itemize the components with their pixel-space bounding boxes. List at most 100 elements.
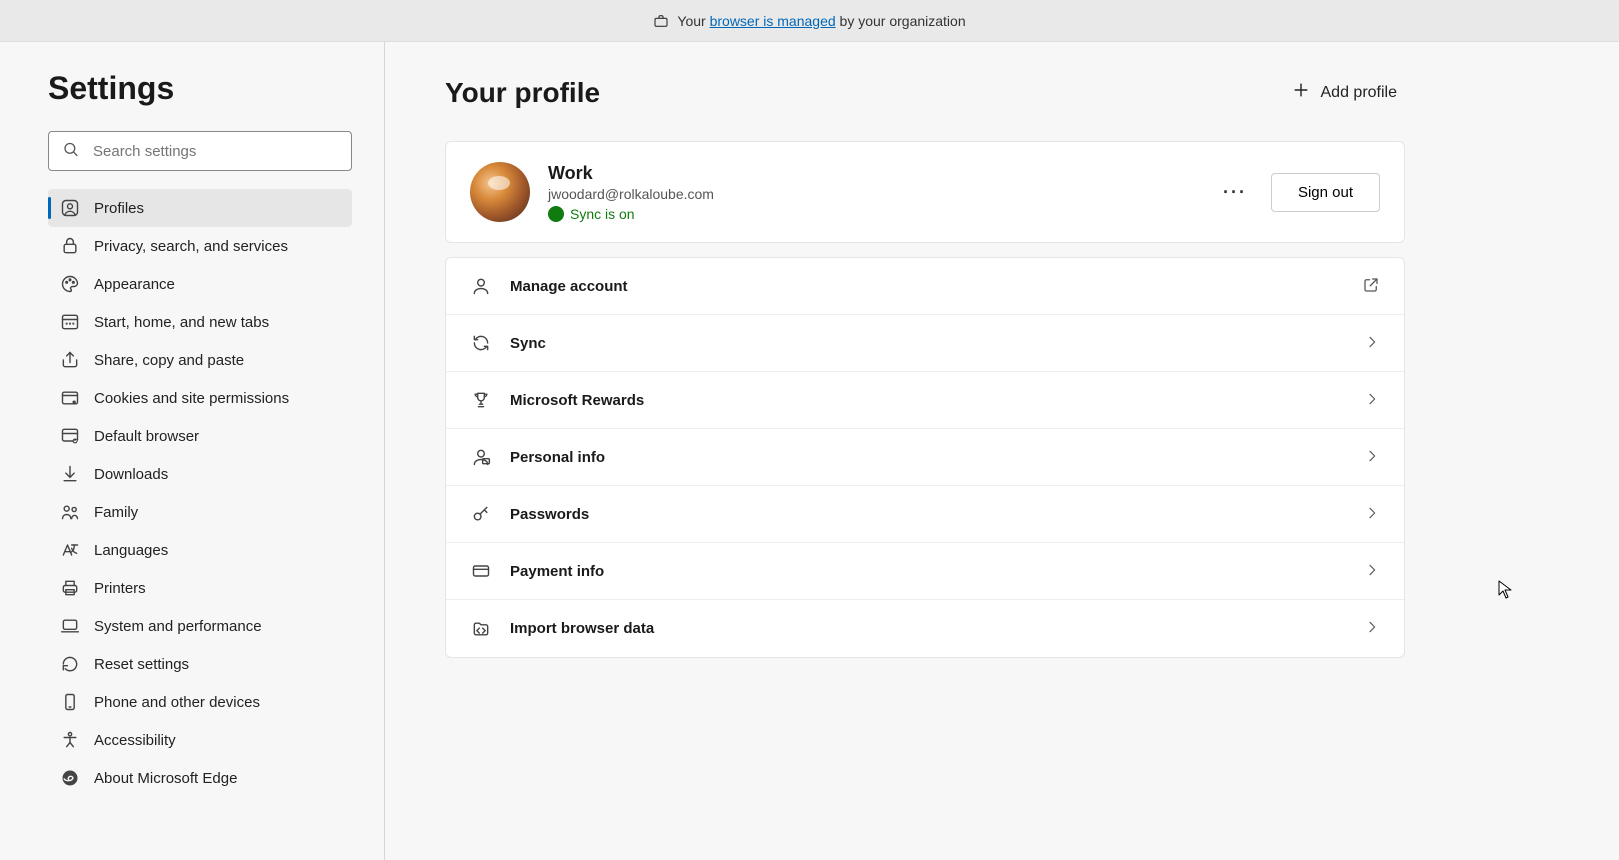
menu-label: Passwords <box>510 506 1346 523</box>
reset-icon <box>60 654 80 674</box>
check-icon <box>548 206 564 222</box>
sidebar-item-label: Cookies and site permissions <box>94 390 289 407</box>
sidebar-item-label: Family <box>94 504 138 521</box>
chevron-right-icon <box>1364 562 1380 581</box>
sidebar-item-label: Accessibility <box>94 732 176 749</box>
sidebar-item-label: Start, home, and new tabs <box>94 314 269 331</box>
profile-card: Work jwoodard@rolkaloube.com Sync is on … <box>445 141 1405 243</box>
sidebar-item-label: Profiles <box>94 200 144 217</box>
chevron-right-icon <box>1364 619 1380 638</box>
palette-icon <box>60 274 80 294</box>
key-icon <box>470 503 492 525</box>
menu-payment-info[interactable]: Payment info <box>446 543 1404 600</box>
sidebar-item-label: Phone and other devices <box>94 694 260 711</box>
search-wrap <box>48 131 352 171</box>
window-icon <box>60 312 80 332</box>
more-button[interactable]: ··· <box>1217 178 1253 207</box>
sidebar-item-share[interactable]: Share, copy and paste <box>48 341 352 379</box>
sidebar-item-label: Privacy, search, and services <box>94 238 288 255</box>
menu-label: Sync <box>510 335 1346 352</box>
sidebar-item-languages[interactable]: Languages <box>48 531 352 569</box>
chevron-right-icon <box>1364 391 1380 410</box>
sync-status: Sync is on <box>548 206 1199 222</box>
sidebar-item-privacy[interactable]: Privacy, search, and services <box>48 227 352 265</box>
accessibility-icon <box>60 730 80 750</box>
profile-name: Work <box>548 163 1199 184</box>
person-icon <box>470 275 492 297</box>
sidebar-item-reset[interactable]: Reset settings <box>48 645 352 683</box>
sidebar-item-label: System and performance <box>94 618 262 635</box>
edge-icon <box>60 768 80 788</box>
sidebar-item-cookies[interactable]: Cookies and site permissions <box>48 379 352 417</box>
sign-out-button[interactable]: Sign out <box>1271 173 1380 212</box>
settings-sidebar: Settings Profiles Privacy, search, and s… <box>0 42 385 860</box>
chevron-right-icon <box>1364 505 1380 524</box>
page-title: Your profile <box>445 77 600 109</box>
cookie-icon <box>60 388 80 408</box>
printer-icon <box>60 578 80 598</box>
family-icon <box>60 502 80 522</box>
sidebar-item-about[interactable]: About Microsoft Edge <box>48 759 352 797</box>
sidebar-item-label: Reset settings <box>94 656 189 673</box>
trophy-icon <box>470 389 492 411</box>
lock-icon <box>60 236 80 256</box>
profile-email: jwoodard@rolkaloube.com <box>548 186 1199 202</box>
menu-label: Import browser data <box>510 620 1346 637</box>
profile-menu-list: Manage account Sync Microsoft Rewards Pe… <box>445 257 1405 658</box>
laptop-icon <box>60 616 80 636</box>
sync-status-label: Sync is on <box>570 206 635 222</box>
sidebar-item-label: Appearance <box>94 276 175 293</box>
profile-icon <box>60 198 80 218</box>
menu-personal-info[interactable]: Personal info <box>446 429 1404 486</box>
card-icon <box>470 560 492 582</box>
managed-link[interactable]: browser is managed <box>710 13 836 29</box>
sidebar-item-label: Default browser <box>94 428 199 445</box>
plus-icon <box>1291 80 1311 105</box>
add-profile-button[interactable]: Add profile <box>1283 74 1406 111</box>
sidebar-item-family[interactable]: Family <box>48 493 352 531</box>
menu-label: Personal info <box>510 449 1346 466</box>
menu-passwords[interactable]: Passwords <box>446 486 1404 543</box>
sidebar-item-profiles[interactable]: Profiles <box>48 189 352 227</box>
menu-label: Payment info <box>510 563 1346 580</box>
menu-import-data[interactable]: Import browser data <box>446 600 1404 657</box>
sidebar-item-label: Languages <box>94 542 168 559</box>
managed-banner: Your browser is managed by your organiza… <box>0 0 1619 42</box>
sync-icon <box>470 332 492 354</box>
search-input[interactable] <box>48 131 352 171</box>
menu-sync[interactable]: Sync <box>446 315 1404 372</box>
menu-manage-account[interactable]: Manage account <box>446 258 1404 315</box>
sidebar-item-label: Printers <box>94 580 146 597</box>
briefcase-icon <box>653 13 669 29</box>
language-icon <box>60 540 80 560</box>
sidebar-item-system[interactable]: System and performance <box>48 607 352 645</box>
browser-icon <box>60 426 80 446</box>
sidebar-item-label: About Microsoft Edge <box>94 770 237 787</box>
share-icon <box>60 350 80 370</box>
sidebar-item-default-browser[interactable]: Default browser <box>48 417 352 455</box>
search-icon <box>62 141 80 162</box>
chevron-right-icon <box>1364 448 1380 467</box>
managed-banner-text: Your browser is managed by your organiza… <box>677 13 965 29</box>
sidebar-item-label: Share, copy and paste <box>94 352 244 369</box>
phone-icon <box>60 692 80 712</box>
sidebar-item-appearance[interactable]: Appearance <box>48 265 352 303</box>
download-icon <box>60 464 80 484</box>
external-link-icon <box>1362 276 1380 297</box>
sidebar-item-phone[interactable]: Phone and other devices <box>48 683 352 721</box>
menu-rewards[interactable]: Microsoft Rewards <box>446 372 1404 429</box>
sidebar-item-printers[interactable]: Printers <box>48 569 352 607</box>
add-profile-label: Add profile <box>1321 84 1398 102</box>
sidebar-item-downloads[interactable]: Downloads <box>48 455 352 493</box>
sidebar-item-accessibility[interactable]: Accessibility <box>48 721 352 759</box>
main-content: Your profile Add profile Work jwoodard@r… <box>385 42 1619 860</box>
banner-suffix: by your organization <box>836 13 966 29</box>
chevron-right-icon <box>1364 334 1380 353</box>
sidebar-title: Settings <box>48 70 352 107</box>
sidebar-item-start[interactable]: Start, home, and new tabs <box>48 303 352 341</box>
menu-label: Manage account <box>510 278 1344 295</box>
sidebar-nav: Profiles Privacy, search, and services A… <box>48 189 352 797</box>
contact-icon <box>470 446 492 468</box>
menu-label: Microsoft Rewards <box>510 392 1346 409</box>
banner-prefix: Your <box>677 13 709 29</box>
